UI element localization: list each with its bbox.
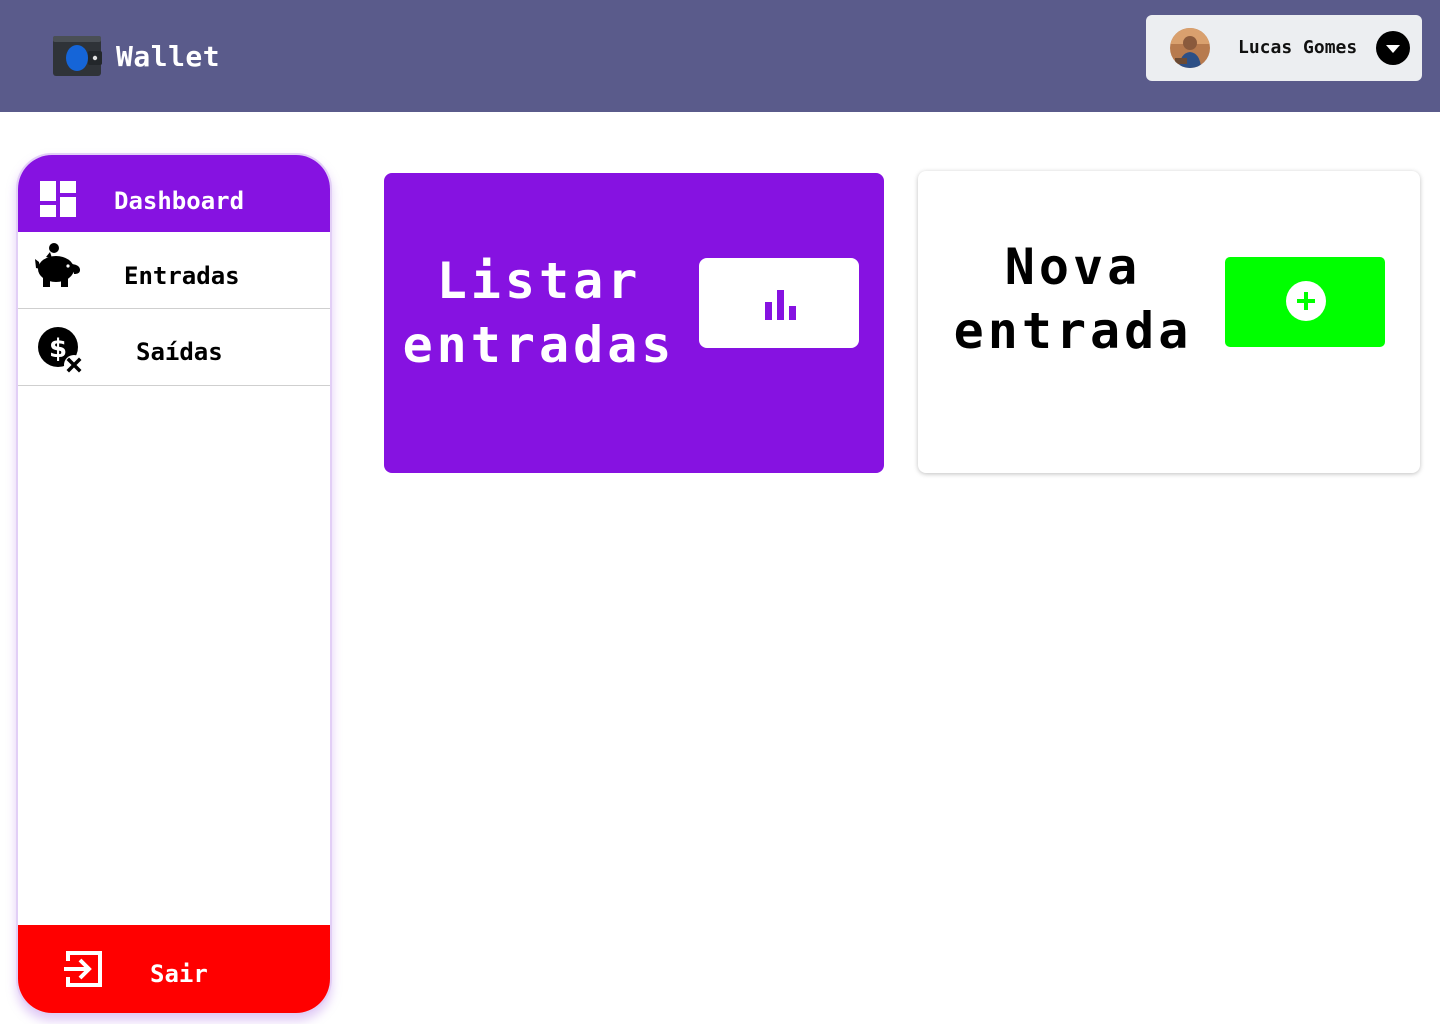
user-avatar[interactable] <box>1170 28 1210 68</box>
caret-down-icon <box>1386 45 1400 53</box>
user-menu[interactable]: Lucas Gomes <box>1146 15 1422 81</box>
top-header: Wallet Lucas Gomes <box>0 0 1440 112</box>
user-menu-toggle[interactable] <box>1376 31 1410 65</box>
brand[interactable]: Wallet <box>52 34 220 78</box>
list-entries-card[interactable]: Listar entradas <box>384 173 884 473</box>
money-off-icon: $ <box>38 327 84 375</box>
list-entries-title: Listar entradas <box>402 252 676 374</box>
sidebar-item-dashboard[interactable]: Dashboard <box>18 155 330 232</box>
svg-text:$: $ <box>49 334 67 364</box>
dashboard-icon <box>40 181 76 217</box>
logout-label: Sair <box>150 960 208 988</box>
list-entries-button[interactable] <box>699 258 859 348</box>
user-name: Lucas Gomes <box>1238 37 1358 58</box>
new-entry-button[interactable] <box>1225 257 1385 347</box>
wallet-icon <box>53 36 102 76</box>
sidebar-item-entradas[interactable]: Entradas <box>18 232 330 309</box>
sidebar-item-label: Entradas <box>124 262 240 290</box>
exit-icon <box>64 951 102 987</box>
sidebar-item-saidas[interactable]: $ Saídas <box>18 309 330 386</box>
plus-circle-icon <box>1286 281 1326 321</box>
new-entry-title: Nova entrada <box>953 238 1193 360</box>
logout-button[interactable]: Sair <box>18 925 330 1013</box>
sidebar: Dashboard Entradas $ Saídas Sair <box>16 153 332 1015</box>
avatar-image <box>1170 28 1210 68</box>
sidebar-item-label: Saídas <box>136 338 223 366</box>
sidebar-item-label: Dashboard <box>114 187 245 215</box>
bar-chart-icon <box>765 290 796 320</box>
brand-name: Wallet <box>116 39 221 73</box>
new-entry-card[interactable]: Nova entrada <box>918 171 1420 473</box>
piggy-bank-icon <box>35 243 80 287</box>
